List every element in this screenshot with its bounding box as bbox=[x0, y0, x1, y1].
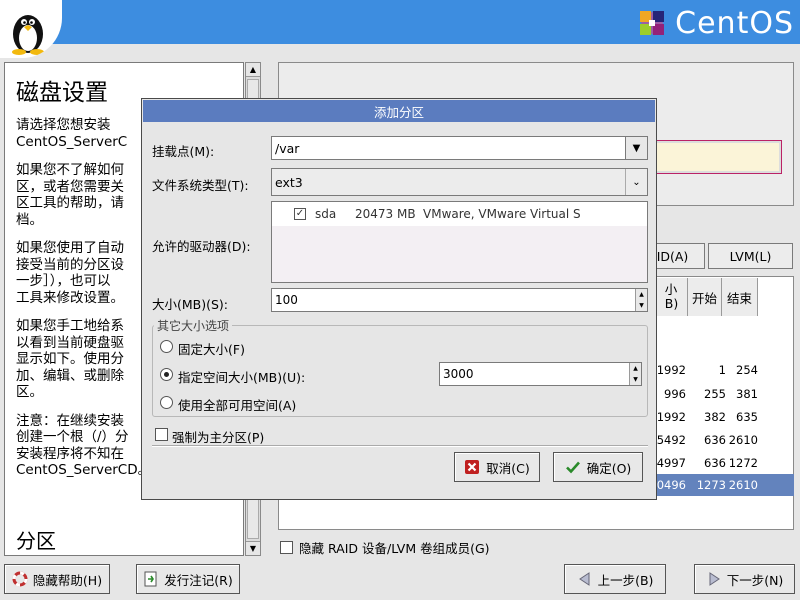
brand-name: CentOS bbox=[675, 5, 794, 41]
max-size-spinbox[interactable]: 3000 ▲ ▼ bbox=[439, 362, 642, 386]
max-size-label[interactable]: 指定空间大小(MB)(U): bbox=[178, 367, 305, 386]
spin-down-icon[interactable]: ▼ bbox=[629, 374, 641, 385]
fixed-size-radio[interactable] bbox=[160, 340, 173, 353]
spin-up-icon[interactable]: ▲ bbox=[629, 363, 641, 374]
table-row[interactable]: 1992 1 254 bbox=[656, 359, 794, 381]
cancel-button[interactable]: 取消(C) bbox=[454, 452, 540, 482]
dialog-title-bar[interactable]: 添加分区 bbox=[142, 99, 656, 123]
drive-row[interactable]: ✓ sda 20473 MB VMware, VMware Virtual S bbox=[272, 202, 647, 226]
cancel-label: 取消(C) bbox=[486, 460, 530, 476]
ok-button[interactable]: 确定(O) bbox=[553, 452, 643, 482]
chevron-down-icon[interactable]: ▼ bbox=[625, 137, 647, 159]
arrow-right-icon bbox=[706, 571, 722, 587]
lvm-button[interactable]: LVM(L) bbox=[708, 243, 793, 269]
force-primary-checkbox[interactable] bbox=[155, 428, 168, 441]
scroll-up-icon[interactable]: ▲ bbox=[246, 63, 260, 77]
fs-type-value: ext3 bbox=[275, 175, 303, 190]
max-size-value[interactable]: 3000 bbox=[443, 367, 474, 381]
drive-checkbox[interactable]: ✓ bbox=[294, 208, 306, 220]
scroll-down-icon[interactable]: ▼ bbox=[246, 541, 260, 555]
back-button[interactable]: 上一步(B) bbox=[564, 564, 666, 594]
raid-button-label: ID(A) bbox=[656, 248, 689, 264]
column-header-start[interactable]: 开始 bbox=[688, 278, 722, 316]
mount-point-label: 挂载点(M): bbox=[152, 144, 215, 159]
table-row-selected[interactable]: 0496 1273 2610 bbox=[656, 474, 794, 496]
allowed-drives-list[interactable]: ✓ sda 20473 MB VMware, VMware Virtual S bbox=[271, 201, 648, 283]
lvm-button-label: LVM(L) bbox=[729, 248, 772, 264]
top-banner: CentOS bbox=[0, 0, 800, 58]
chevron-down-icon[interactable]: ⌄ bbox=[625, 169, 647, 195]
drive-size: 20473 MB bbox=[355, 207, 416, 221]
mount-point-value[interactable]: /var bbox=[275, 141, 299, 156]
size-options-title: 其它大小选项 bbox=[154, 317, 233, 334]
drive-name: sda bbox=[315, 207, 337, 221]
table-row[interactable]: 996 255 381 bbox=[656, 383, 794, 405]
dialog-title: 添加分区 bbox=[373, 104, 424, 120]
dialog-separator bbox=[152, 445, 648, 447]
arrow-left-icon bbox=[577, 571, 593, 587]
hide-help-button[interactable]: 隐藏帮助(H) bbox=[4, 564, 110, 594]
fs-type-label: 文件系统类型(T): bbox=[152, 178, 249, 193]
cancel-icon bbox=[464, 459, 480, 475]
fs-type-select[interactable]: ext3 ⌄ bbox=[271, 168, 648, 196]
force-primary-label[interactable]: 强制为主分区(P) bbox=[172, 427, 264, 446]
tux-logo-icon bbox=[0, 0, 62, 58]
allowed-drives-label: 允许的驱动器(D): bbox=[152, 239, 251, 254]
column-header-size[interactable]: 小 B) bbox=[656, 278, 688, 316]
centos-emblem-icon bbox=[640, 11, 665, 35]
table-row[interactable]: 5492 636 2610 bbox=[656, 429, 794, 451]
document-icon bbox=[143, 571, 159, 587]
fill-all-radio[interactable] bbox=[160, 396, 173, 409]
spin-down-icon[interactable]: ▼ bbox=[635, 300, 647, 311]
hide-raid-label: 隐藏 RAID 设备/LVM 卷组成员(G) bbox=[299, 541, 490, 556]
table-row[interactable]: 1992 382 635 bbox=[656, 406, 794, 428]
mount-point-combo[interactable]: /var ▼ bbox=[271, 136, 648, 160]
help-icon bbox=[12, 571, 28, 587]
drive-model: VMware, VMware Virtual S bbox=[423, 207, 581, 221]
size-value[interactable]: 100 bbox=[275, 293, 298, 307]
fill-all-label[interactable]: 使用全部可用空间(A) bbox=[178, 395, 296, 414]
fixed-size-label[interactable]: 固定大小(F) bbox=[178, 339, 245, 358]
max-size-radio[interactable] bbox=[160, 368, 173, 381]
disk-usage-bar bbox=[654, 140, 782, 174]
ok-label: 确定(O) bbox=[586, 460, 632, 476]
column-header-end[interactable]: 结束 bbox=[722, 278, 758, 316]
hide-raid-checkbox[interactable]: 隐藏 RAID 设备/LVM 卷组成员(G) bbox=[280, 538, 490, 557]
centos-logo: CentOS bbox=[635, 5, 794, 41]
ok-check-icon bbox=[565, 459, 581, 475]
size-label: 大小(MB)(S): bbox=[152, 297, 229, 312]
add-partition-dialog: 添加分区 挂载点(M): /var ▼ 文件系统类型(T): ext3 ⌄ 允许… bbox=[141, 98, 657, 500]
size-spinbox[interactable]: 100 ▲ ▼ bbox=[271, 288, 648, 312]
checkbox-box[interactable] bbox=[280, 541, 293, 554]
table-row[interactable]: 4997 636 1272 bbox=[656, 452, 794, 474]
spin-up-icon[interactable]: ▲ bbox=[635, 289, 647, 300]
help-section-heading: 分区 bbox=[16, 529, 56, 553]
release-notes-button[interactable]: 发行注记(R) bbox=[136, 564, 240, 594]
next-button[interactable]: 下一步(N) bbox=[694, 564, 795, 594]
